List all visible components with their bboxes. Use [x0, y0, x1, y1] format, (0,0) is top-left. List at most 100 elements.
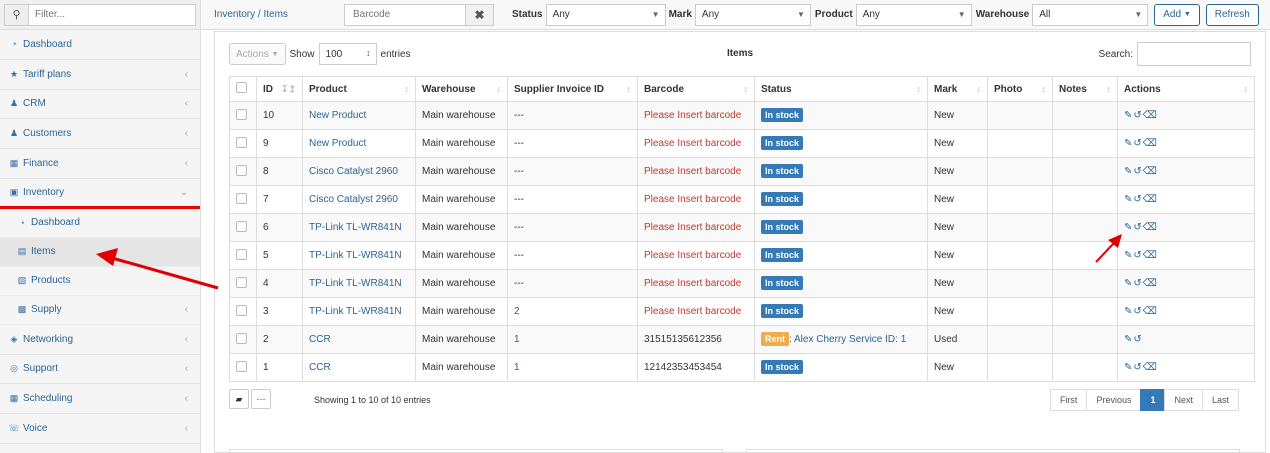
row-checkbox[interactable]: [236, 276, 247, 288]
trash-icon[interactable]: ⌫: [1143, 362, 1158, 373]
column-header-notes[interactable]: Notes ↕: [1052, 76, 1118, 102]
sidebar-subitem-items[interactable]: ▤ Items: [0, 237, 200, 267]
sidebar-subitem-dashboard[interactable]: ◔ Dashboard: [0, 209, 200, 238]
sidebar-item-customers[interactable]: ♟ Customers ‹: [0, 119, 200, 150]
sidebar-item-voice[interactable]: ☏ Voice ‹: [0, 414, 200, 444]
column-header-mark[interactable]: Mark ↕: [927, 76, 988, 102]
id-cell: 7: [256, 185, 303, 214]
row-checkbox[interactable]: [236, 192, 247, 204]
edit-icon[interactable]: ✎: [1124, 306, 1133, 317]
history-icon[interactable]: ↺: [1133, 166, 1142, 177]
export-button[interactable]: ▰: [229, 389, 249, 409]
edit-icon[interactable]: ✎: [1124, 334, 1133, 345]
add-button[interactable]: Add ▼: [1154, 3, 1200, 26]
edit-icon[interactable]: ✎: [1124, 166, 1133, 177]
trash-icon[interactable]: ⌫: [1143, 194, 1158, 205]
pager-last[interactable]: Last: [1201, 389, 1239, 411]
trash-icon[interactable]: ⌫: [1143, 250, 1158, 261]
edit-icon[interactable]: ✎: [1124, 278, 1133, 289]
pager-next[interactable]: Next: [1164, 389, 1203, 411]
rent-details-link[interactable]: : Alex Cherry Service ID: 1: [789, 334, 906, 345]
column-header-status[interactable]: Status ↕: [754, 76, 928, 102]
product-link[interactable]: CCR: [309, 362, 331, 373]
more-options-button[interactable]: ⋯: [251, 389, 271, 409]
edit-icon[interactable]: ✎: [1124, 110, 1133, 121]
column-header-warehouse[interactable]: Warehouse ↕: [415, 76, 508, 102]
history-icon[interactable]: ↺: [1133, 278, 1142, 289]
row-checkbox[interactable]: [236, 304, 247, 316]
edit-icon[interactable]: ✎: [1124, 362, 1133, 373]
sidebar-subitem-products[interactable]: ▧ Products: [0, 267, 200, 296]
edit-icon[interactable]: ✎: [1124, 194, 1133, 205]
history-icon[interactable]: ↺: [1133, 110, 1142, 121]
row-checkbox[interactable]: [236, 332, 247, 344]
history-icon[interactable]: ↺: [1133, 250, 1142, 261]
trash-icon[interactable]: ⌫: [1143, 278, 1158, 289]
invoice-value[interactable]: 2: [514, 306, 520, 317]
sidebar-item-support[interactable]: ◎ Support ‹: [0, 355, 200, 385]
trash-icon[interactable]: ⌫: [1143, 306, 1158, 317]
sidebar-item-crm[interactable]: ♟ CRM ‹: [0, 90, 200, 120]
status-filter-select[interactable]: Any ▼: [545, 3, 666, 26]
sidebar-filter-input[interactable]: [28, 3, 196, 26]
clear-barcode-button[interactable]: ✖: [466, 3, 494, 26]
history-icon[interactable]: ↺: [1133, 194, 1142, 205]
row-checkbox[interactable]: [236, 164, 247, 176]
row-select-cell: [229, 353, 257, 382]
sidebar-item-tariff-plans[interactable]: ★ Tariff plans ‹: [0, 60, 200, 90]
product-link[interactable]: TP-Link TL-WR841N: [309, 250, 402, 261]
row-checkbox[interactable]: [236, 108, 247, 120]
pager-previous[interactable]: Previous: [1086, 389, 1142, 411]
product-filter-select[interactable]: Any ▼: [855, 3, 972, 26]
sidebar-item-networking[interactable]: ◈ Networking ‹: [0, 325, 200, 355]
row-checkbox[interactable]: [236, 136, 247, 148]
sidebar-item-inventory[interactable]: ▣ Inventory ⌄: [0, 179, 200, 209]
mark-filter-select[interactable]: Any ▼: [694, 3, 811, 26]
invoice-value[interactable]: 1: [514, 362, 520, 373]
product-link[interactable]: Cisco Catalyst 2960: [309, 194, 398, 205]
history-icon[interactable]: ↺: [1133, 334, 1142, 345]
column-header-product[interactable]: Product ↕: [302, 76, 416, 102]
column-header-id[interactable]: ID ↧↥: [256, 76, 303, 102]
table-search-input[interactable]: [1137, 42, 1251, 66]
page-length-select[interactable]: 100 ↕: [318, 43, 377, 65]
product-link[interactable]: TP-Link TL-WR841N: [309, 278, 402, 289]
select-all-checkbox[interactable]: [236, 82, 247, 93]
row-checkbox[interactable]: [236, 360, 247, 372]
edit-icon[interactable]: ✎: [1124, 138, 1133, 149]
column-header-barcode[interactable]: Barcode ↕: [637, 76, 755, 102]
edit-icon[interactable]: ✎: [1124, 222, 1133, 233]
product-link[interactable]: Cisco Catalyst 2960: [309, 166, 398, 177]
column-header-actions[interactable]: Actions ↕: [1117, 76, 1255, 102]
pager-page-1[interactable]: 1: [1140, 389, 1166, 411]
edit-icon[interactable]: ✎: [1124, 250, 1133, 261]
trash-icon[interactable]: ⌫: [1143, 222, 1158, 233]
sidebar-item-dashboard[interactable]: ◔ Dashboard: [0, 30, 200, 60]
product-link[interactable]: TP-Link TL-WR841N: [309, 306, 402, 317]
sidebar-subitem-supply[interactable]: ▩ Supply ‹: [0, 296, 200, 325]
sidebar-item-finance[interactable]: ▦ Finance ‹: [0, 149, 200, 179]
breadcrumb[interactable]: Inventory / Items: [214, 9, 344, 20]
history-icon[interactable]: ↺: [1133, 222, 1142, 233]
trash-icon[interactable]: ⌫: [1143, 166, 1158, 177]
pager-first[interactable]: First: [1049, 389, 1088, 411]
product-link[interactable]: New Product: [309, 110, 366, 121]
row-checkbox[interactable]: [236, 220, 247, 232]
invoice-value[interactable]: 1: [514, 334, 520, 345]
history-icon[interactable]: ↺: [1133, 138, 1142, 149]
sidebar-item-scheduling[interactable]: ▦ Scheduling ‹: [0, 384, 200, 415]
trash-icon[interactable]: ⌫: [1143, 138, 1158, 149]
column-header-invoice[interactable]: Supplier Invoice ID ↕: [507, 76, 638, 102]
row-checkbox[interactable]: [236, 248, 247, 260]
trash-icon[interactable]: ⌫: [1143, 110, 1158, 121]
barcode-input[interactable]: [344, 3, 466, 26]
history-icon[interactable]: ↺: [1133, 362, 1142, 373]
product-link[interactable]: New Product: [309, 138, 366, 149]
column-header-photo[interactable]: Photo ↕: [987, 76, 1053, 102]
warehouse-filter-select[interactable]: All ▼: [1032, 3, 1149, 26]
product-link[interactable]: CCR: [309, 334, 331, 345]
history-icon[interactable]: ↺: [1133, 306, 1142, 317]
tachometer-icon: ◔: [19, 217, 25, 228]
product-link[interactable]: TP-Link TL-WR841N: [309, 222, 402, 233]
refresh-button[interactable]: Refresh: [1205, 3, 1259, 26]
